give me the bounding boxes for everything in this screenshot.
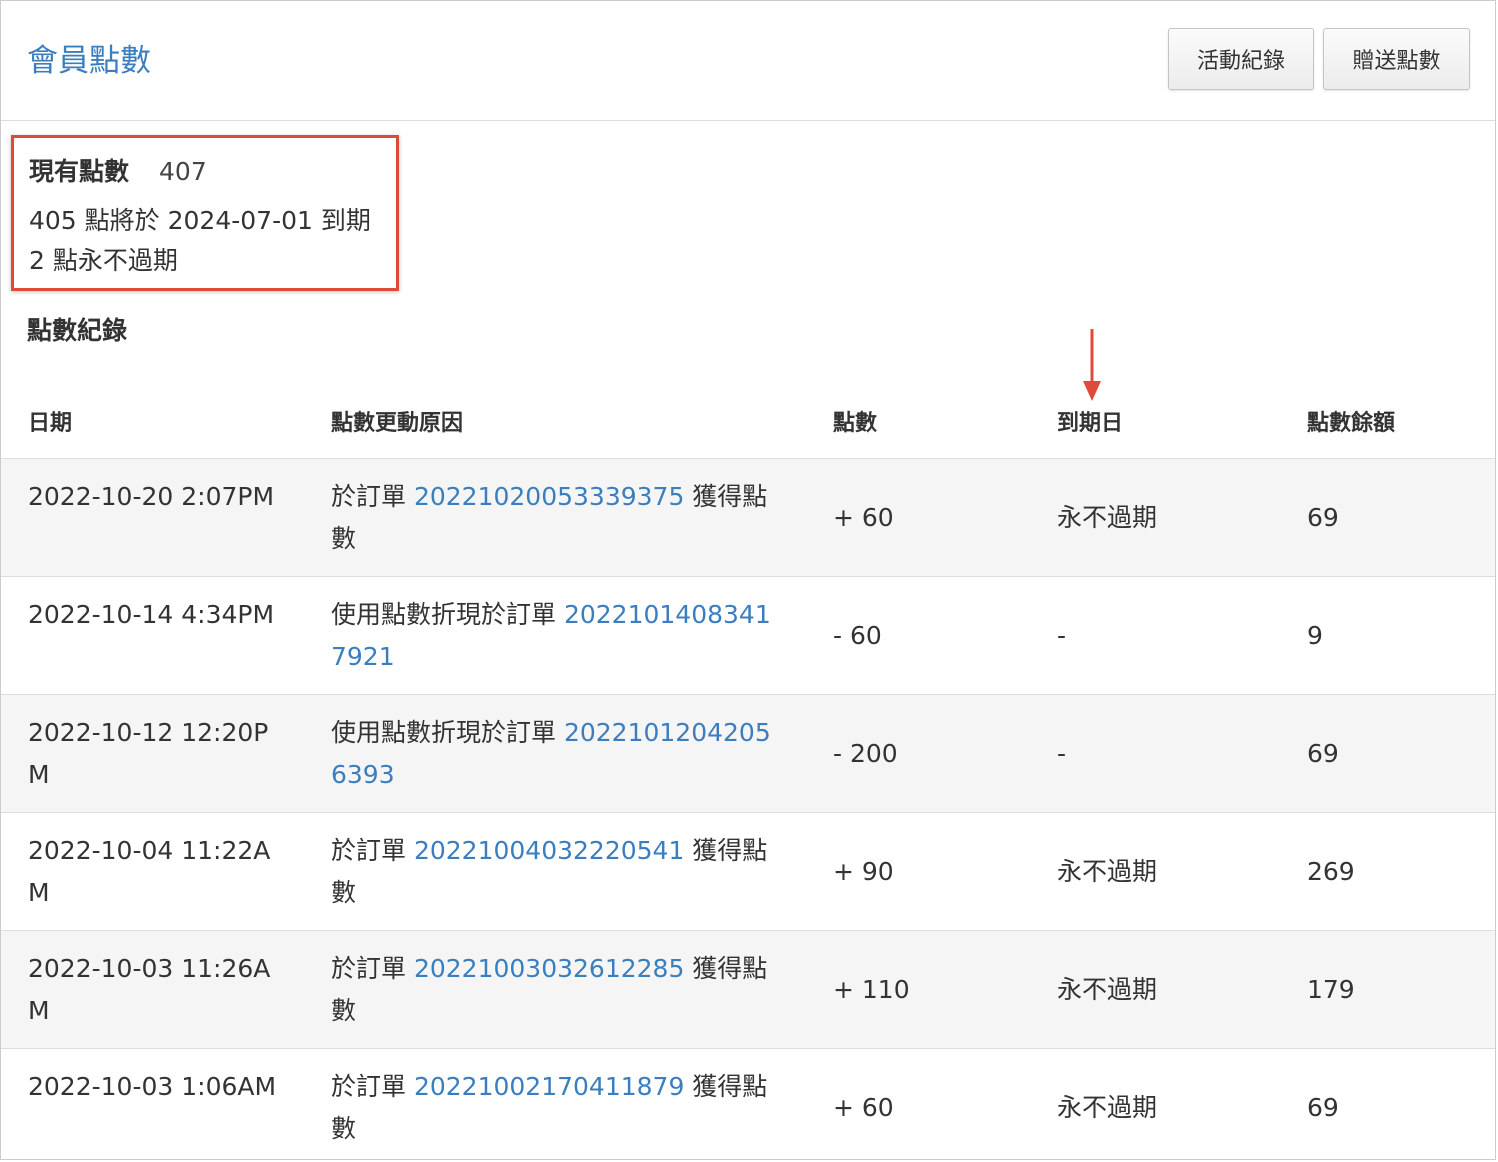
column-header-reason: 點數更動原因 xyxy=(331,411,464,436)
order-link[interactable]: 20221004032220541 xyxy=(414,836,684,865)
order-link[interactable]: 20221003032612285 xyxy=(414,954,684,983)
reason-prefix: 於訂單 xyxy=(331,954,414,983)
table-row: 2022-10-03 11:26AM 於訂單 20221003032612285… xyxy=(1,931,1495,1049)
row-balance: 179 xyxy=(1307,975,1355,1004)
activity-log-button[interactable]: 活動紀錄 xyxy=(1168,28,1314,90)
row-date: 2022-10-20 2:07PM xyxy=(28,482,275,511)
reason-prefix: 於訂單 xyxy=(331,836,414,865)
row-points: + 60 xyxy=(833,503,894,532)
reason-prefix: 於訂單 xyxy=(331,1072,414,1101)
points-summary-highlight: 現有點數 407 405 點將於 2024-07-01 到期 2 點永不過期 xyxy=(11,135,399,291)
table-row: 2022-10-03 1:06AM 於訂單 20221002170411879 … xyxy=(1,1049,1495,1159)
never-expire-points-text: 2 點永不過期 xyxy=(29,246,178,275)
row-reason: 使用點數折現於訂單 20221014083417921 xyxy=(331,594,771,678)
row-date: 2022-10-03 11:26AM xyxy=(28,954,271,1025)
row-balance: 69 xyxy=(1307,1093,1339,1122)
column-header-expiry: 到期日 xyxy=(1057,411,1124,436)
gift-points-button[interactable]: 贈送點數 xyxy=(1323,28,1470,90)
row-expiry: 永不過期 xyxy=(1057,1093,1158,1122)
row-date: 2022-10-12 12:20PM xyxy=(28,718,269,789)
table-row: 2022-10-14 4:34PM 使用點數折現於訂單 202210140834… xyxy=(1,577,1495,695)
row-date: 2022-10-04 11:22AM xyxy=(28,836,271,907)
points-history-title: 點數紀錄 xyxy=(27,316,128,345)
row-expiry: 永不過期 xyxy=(1057,503,1158,532)
order-link[interactable]: 20221002170411879 xyxy=(414,1072,684,1101)
row-expiry: - xyxy=(1057,739,1067,768)
reason-prefix: 於訂單 xyxy=(331,482,414,511)
row-expiry: 永不過期 xyxy=(1057,975,1158,1004)
row-points: - 60 xyxy=(833,621,882,650)
column-header-points: 點數 xyxy=(833,411,878,436)
row-reason: 於訂單 20221003032612285 獲得點數 xyxy=(331,948,771,1032)
row-expiry: - xyxy=(1057,621,1067,650)
row-balance: 69 xyxy=(1307,739,1339,768)
column-header-date: 日期 xyxy=(28,411,73,436)
row-balance: 69 xyxy=(1307,503,1339,532)
row-points: + 60 xyxy=(833,1093,894,1122)
table-row: 2022-10-20 2:07PM 於訂單 20221020053339375 … xyxy=(1,459,1495,577)
page-title: 會員點數 xyxy=(27,43,151,79)
row-reason: 於訂單 20221002170411879 獲得點數 xyxy=(331,1066,771,1150)
expiring-points-text: 405 點將於 2024-07-01 到期 xyxy=(29,206,371,235)
points-table-header: 日期 點數更動原因 點數 到期日 點數餘額 xyxy=(1,401,1495,459)
row-points: + 90 xyxy=(833,857,894,886)
row-date: 2022-10-03 1:06AM xyxy=(28,1072,277,1101)
column-header-balance: 點數餘額 xyxy=(1307,411,1396,436)
row-balance: 269 xyxy=(1307,857,1355,886)
order-link[interactable]: 20221020053339375 xyxy=(414,482,684,511)
down-arrow-annotation-icon xyxy=(1083,329,1101,401)
row-expiry: 永不過期 xyxy=(1057,857,1158,886)
table-row: 2022-10-04 11:22AM 於訂單 20221004032220541… xyxy=(1,813,1495,931)
current-points-label: 現有點數 xyxy=(29,157,130,186)
member-points-panel: 會員點數 活動紀錄 贈送點數 現有點數 407 405 點將於 2024-07-0… xyxy=(0,0,1496,1160)
current-points-line: 現有點數 407 xyxy=(29,155,207,189)
current-points-value: 407 xyxy=(159,157,207,186)
row-reason: 使用點數折現於訂單 20221012042056393 xyxy=(331,712,771,796)
table-row: 2022-10-12 12:20PM 使用點數折現於訂單 20221012042… xyxy=(1,695,1495,813)
reason-prefix: 使用點數折現於訂單 xyxy=(331,600,564,629)
row-balance: 9 xyxy=(1307,621,1323,650)
reason-prefix: 使用點數折現於訂單 xyxy=(331,718,564,747)
panel-header: 會員點數 活動紀錄 贈送點數 xyxy=(1,1,1495,121)
row-reason: 於訂單 20221004032220541 獲得點數 xyxy=(331,830,771,914)
row-points: + 110 xyxy=(833,975,910,1004)
row-reason: 於訂單 20221020053339375 獲得點數 xyxy=(331,476,771,560)
row-points: - 200 xyxy=(833,739,898,768)
row-date: 2022-10-14 4:34PM xyxy=(28,600,275,629)
